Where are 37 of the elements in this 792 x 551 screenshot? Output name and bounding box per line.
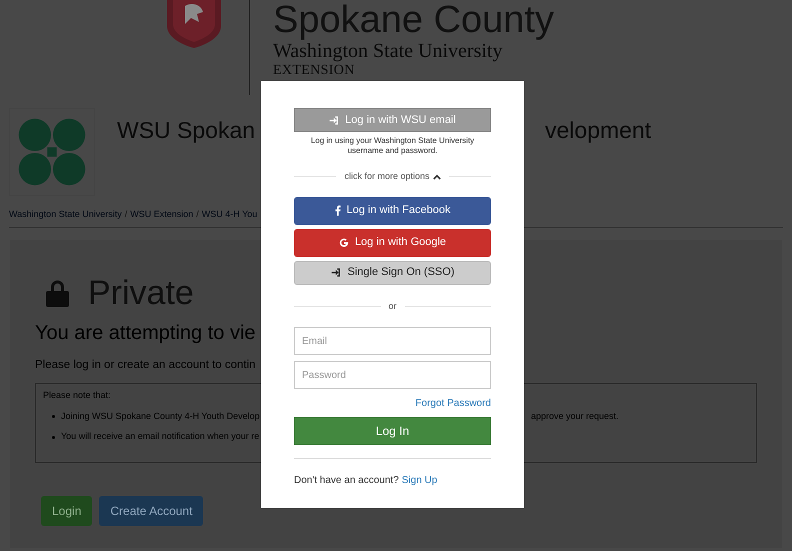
site-title: WSU Spokan xyxy=(117,116,256,145)
bullet-icon xyxy=(52,436,55,438)
note-title: Please note that: xyxy=(43,389,111,402)
site-title: velopment xyxy=(545,116,652,145)
sso-login-button[interactable]: Single Sign On (SSO) xyxy=(294,260,491,284)
separator-label: or xyxy=(388,300,397,312)
bullet-icon xyxy=(52,415,55,418)
clover-logo-icon xyxy=(9,108,95,196)
facebook-login-button[interactable]: Log in with Facebook xyxy=(294,196,491,224)
signup-link[interactable]: Sign Up xyxy=(402,473,438,488)
message-text: Please log in or create an account to contin xyxy=(35,358,256,373)
sign-in-icon xyxy=(329,114,340,126)
email-field[interactable]: Email xyxy=(294,327,491,355)
lock-icon xyxy=(45,279,70,307)
shield-logo-icon xyxy=(165,0,223,48)
note-item: Joining WSU Spokane County 4-H Youth Develop xyxy=(61,410,261,423)
note-item: approve your request. xyxy=(531,410,619,423)
more-options-toggle[interactable]: click for more options xyxy=(340,170,445,184)
note-item: You will receive an email notification when your re xyxy=(61,430,260,444)
university-name: Washington State University xyxy=(273,40,502,62)
subheading: You are attempting to vie xyxy=(35,321,256,346)
google-icon xyxy=(338,238,349,248)
login-button[interactable]: Login xyxy=(41,496,92,526)
login-button[interactable]: Log In xyxy=(294,417,491,445)
help-text: Log in using your Washington State University username and password. xyxy=(310,136,476,156)
county-title: Spokane County xyxy=(273,0,554,40)
password-field[interactable]: Password xyxy=(294,361,491,389)
signup-prompt: Don't have an account? xyxy=(294,474,399,488)
sign-in-icon xyxy=(330,267,342,278)
extension-label: EXTENSION xyxy=(273,63,355,79)
forgot-password-link[interactable]: Forgot Password xyxy=(415,396,491,411)
google-login-button[interactable]: Log in with Google xyxy=(294,228,491,256)
breadcrumb-separator: / xyxy=(196,208,199,222)
facebook-icon xyxy=(334,205,341,216)
create-button[interactable]: Create Account xyxy=(99,496,204,526)
breadcrumb-separator: / xyxy=(124,208,128,222)
wsu-login-button[interactable]: Log in with WSU email xyxy=(294,108,491,132)
